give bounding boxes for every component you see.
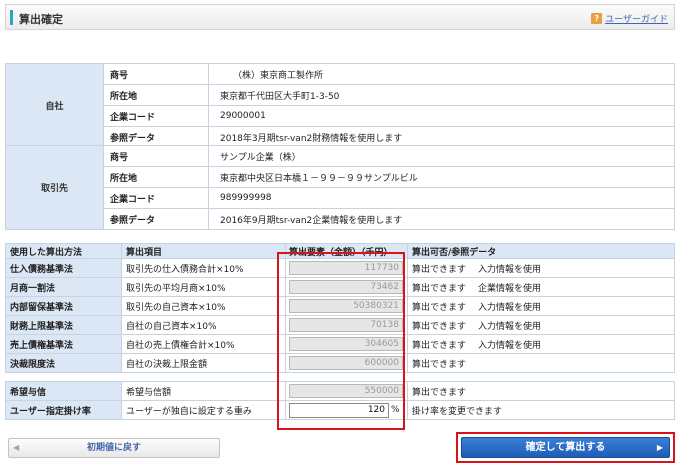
table-row: 財務上限基準法 自社の自己資本×10% 70138 算出できます 入力情報を使用 <box>5 315 675 335</box>
table-header-row: 使用した算出方法 算出項目 算出要素（金額）（千円） 算出可否/参照データ <box>5 243 675 259</box>
self-company-table: 自社 商号 （株）東京商工製作所 所在地 東京都千代田区大手町1-3-50 企業… <box>5 63 675 148</box>
table-row: 仕入債務基準法 取引先の仕入債務合計×10% 117730 算出できます 入力情報… <box>5 258 675 278</box>
reference-text: 入力情報を使用 <box>478 264 542 275</box>
field-value: サンプル企業（株） <box>208 145 675 167</box>
field-label: 所在地 <box>103 84 209 106</box>
table-row: 決裁限度法 自社の決裁上限金額 600000 算出できます <box>5 353 675 373</box>
table-row: 内部留保基準法 取引先の自己資本×10% 50380321 算出できます 入力情報… <box>5 296 675 316</box>
title-accent-bar <box>10 10 13 25</box>
page-header: 算出確定 ? ユーザーガイド <box>5 4 675 30</box>
confirm-button-highlight: 確定して算出する ▶ <box>456 432 675 463</box>
partner-company-section-label: 取引先 <box>5 145 104 230</box>
field-label: 商号 <box>103 63 209 85</box>
status-text: 算出できます <box>412 283 467 294</box>
method-item: 自社の売上債権合計×10% <box>121 334 286 354</box>
status-text: 算出できます <box>412 321 467 332</box>
field-value: 東京都千代田区大手町1-3-50 <box>208 84 675 106</box>
method-item: 取引先の自己資本×10% <box>121 296 286 316</box>
amount-field-readonly: 50380321 <box>289 299 403 313</box>
field-label: 参照データ <box>103 208 209 230</box>
field-value: （株）東京商工製作所 <box>208 63 675 85</box>
field-value: 東京都中央区日本橋１－９９－９９サンプルビル <box>208 166 675 188</box>
status-text: 算出できます <box>412 340 467 351</box>
method-name: 内部留保基準法 <box>5 296 122 316</box>
status-text: 算出できます <box>412 264 467 275</box>
calculation-method-table: 使用した算出方法 算出項目 算出要素（金額）（千円） 算出可否/参照データ 仕入… <box>5 243 675 420</box>
column-header-status: 算出可否/参照データ <box>407 243 675 259</box>
reference-text: 入力情報を使用 <box>478 321 542 332</box>
chevron-left-icon: ◀ <box>13 443 20 452</box>
field-value: 2016年9月期tsr-van2企業情報を使用します <box>208 208 675 230</box>
table-row: 売上債権基準法 自社の売上債権合計×10% 304605 算出できます 入力情報を… <box>5 334 675 354</box>
confirm-and-calculate-button[interactable]: 確定して算出する ▶ <box>461 437 670 458</box>
amount-field-readonly: 304605 <box>289 337 403 351</box>
field-value: 989999998 <box>208 187 675 209</box>
method-name: 希望与信 <box>5 381 122 401</box>
reference-text: 企業情報を使用 <box>478 283 542 294</box>
method-item: 取引先の仕入債務合計×10% <box>121 258 286 278</box>
question-icon: ? <box>591 13 603 24</box>
amount-field-readonly: 117730 <box>289 261 403 275</box>
user-guide-label[interactable]: ユーザーガイド <box>605 12 668 25</box>
status-text: 算出できます <box>412 387 467 398</box>
method-name: 決裁限度法 <box>5 353 122 373</box>
chevron-right-icon: ▶ <box>656 443 663 452</box>
partner-company-table: 取引先 商号 サンプル企業（株） 所在地 東京都中央区日本橋１－９９－９９サンプ… <box>5 145 675 230</box>
reference-text: 入力情報を使用 <box>478 302 542 313</box>
column-header-item: 算出項目 <box>121 243 286 259</box>
method-item: ユーザーが独自に設定する重み <box>121 400 286 420</box>
user-rate-input[interactable]: 120 <box>289 402 389 418</box>
reference-text: 入力情報を使用 <box>478 340 542 351</box>
table-row: 月商一割法 取引先の平均月商×10% 73462 算出できます 企業情報を使用 <box>5 277 675 297</box>
reset-to-default-button[interactable]: ◀ 初期値に戻す <box>8 438 220 458</box>
column-header-amount: 算出要素（金額）（千円） <box>285 243 408 259</box>
method-item: 自社の自己資本×10% <box>121 315 286 335</box>
table-row: ユーザー指定掛け率 ユーザーが独自に設定する重み 120% 掛け率を変更できます <box>5 400 675 420</box>
status-text: 掛け率を変更できます <box>412 406 503 417</box>
column-header-method: 使用した算出方法 <box>5 243 122 259</box>
self-company-section-label: 自社 <box>5 63 104 148</box>
user-guide-link[interactable]: ? ユーザーガイド <box>591 12 668 25</box>
method-item: 希望与信額 <box>121 381 286 401</box>
confirm-button-label: 確定して算出する <box>525 442 606 453</box>
method-name: ユーザー指定掛け率 <box>5 400 122 420</box>
percent-unit: % <box>391 405 400 415</box>
method-item: 取引先の平均月商×10% <box>121 277 286 297</box>
row-spacer <box>5 372 675 382</box>
method-item: 自社の決裁上限金額 <box>121 353 286 373</box>
desired-credit-amount-field: 550000 <box>289 384 403 398</box>
amount-field-readonly: 600000 <box>289 356 403 370</box>
reset-button-label: 初期値に戻す <box>86 443 141 453</box>
field-value: 29000001 <box>208 105 675 127</box>
amount-field-readonly: 73462 <box>289 280 403 294</box>
amount-field-readonly: 70138 <box>289 318 403 332</box>
method-name: 財務上限基準法 <box>5 315 122 335</box>
page-title: 算出確定 <box>19 13 63 26</box>
status-text: 算出できます <box>412 359 467 370</box>
field-label: 企業コード <box>103 187 209 209</box>
field-label: 企業コード <box>103 105 209 127</box>
field-label: 所在地 <box>103 166 209 188</box>
table-row: 希望与信 希望与信額 550000 算出できます <box>5 381 675 401</box>
method-name: 仕入債務基準法 <box>5 258 122 278</box>
method-name: 売上債権基準法 <box>5 334 122 354</box>
field-label: 商号 <box>103 145 209 167</box>
method-name: 月商一割法 <box>5 277 122 297</box>
status-text: 算出できます <box>412 302 467 313</box>
